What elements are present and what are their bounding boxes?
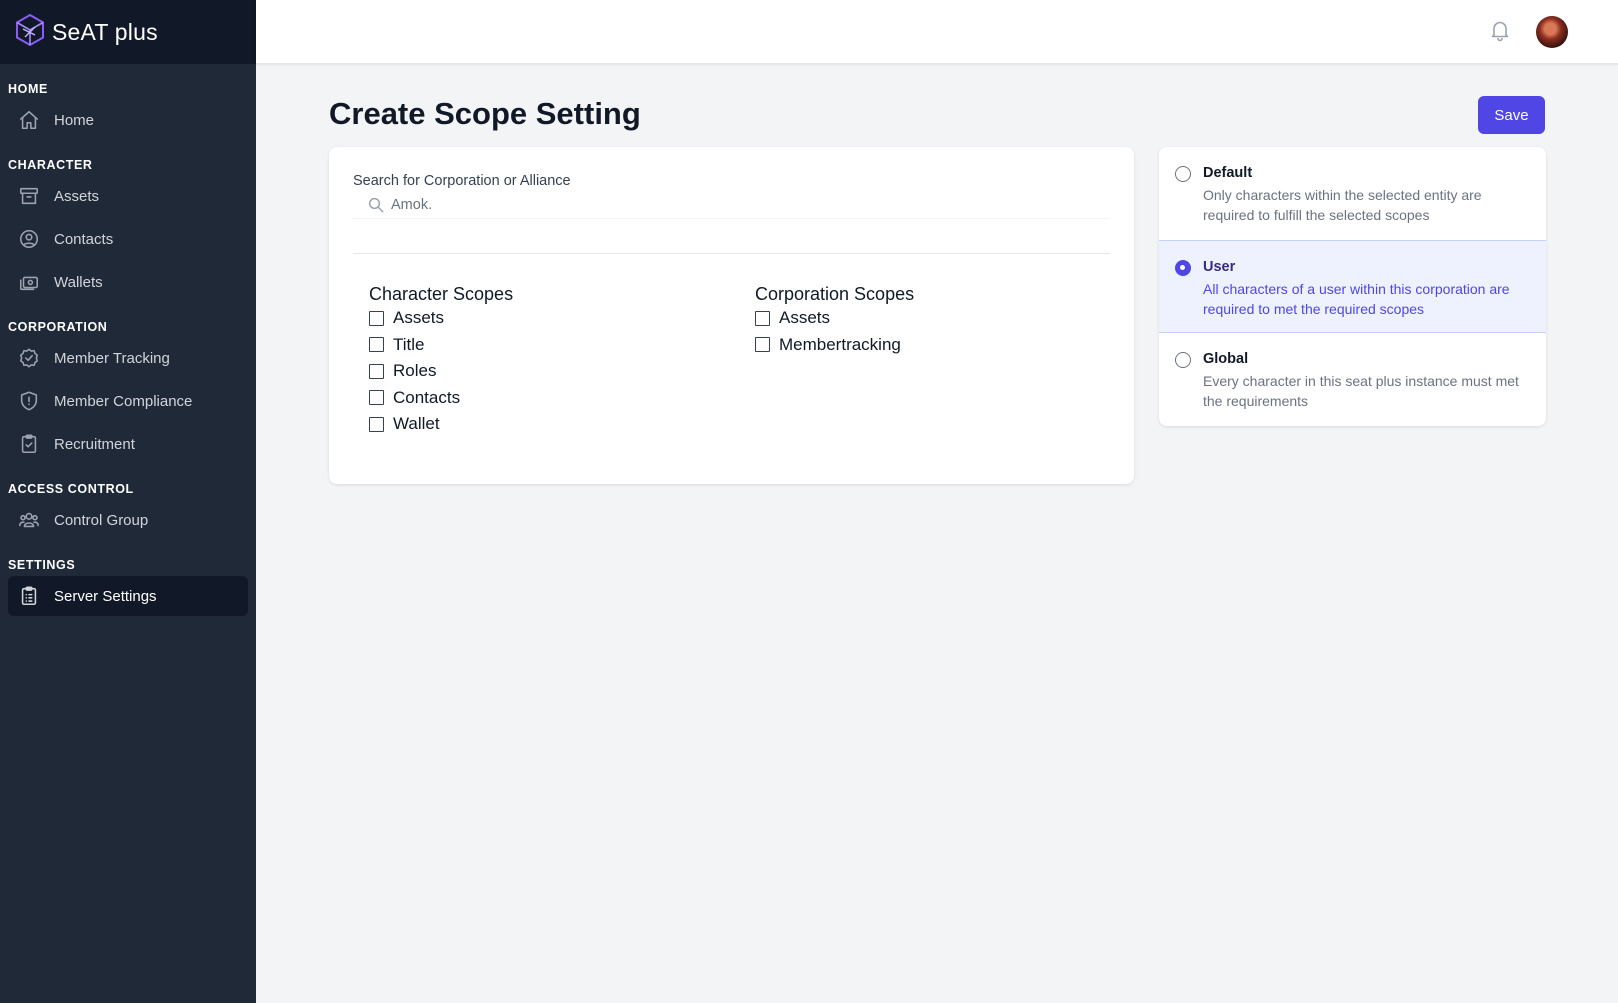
corporation-scopes: Corporation Scopes Assets Membertracking <box>755 283 914 358</box>
clipboard-list-icon <box>18 585 40 607</box>
top-bar <box>256 0 1618 64</box>
checkbox[interactable] <box>369 390 384 406</box>
option-title: User <box>1203 259 1236 275</box>
brand[interactable]: SeAT plus <box>0 0 256 64</box>
character-scopes-heading: Character Scopes <box>369 284 514 304</box>
section-character: CHARACTER <box>8 158 93 172</box>
scope-label: Contacts <box>393 387 461 407</box>
cash-icon <box>18 271 40 293</box>
sidebar-nav: HOME Home CHARACTER Assets Contacts Wall… <box>0 81 256 616</box>
option-default[interactable]: Default Only characters within the selec… <box>1159 147 1546 240</box>
scope-label: Assets <box>393 308 445 328</box>
radio-default[interactable] <box>1175 166 1191 182</box>
seat-logo-icon <box>14 13 46 52</box>
checkbox[interactable] <box>369 337 384 353</box>
checkbox[interactable] <box>369 416 384 432</box>
sidebar-item-label: Server Settings <box>54 587 157 605</box>
sidebar-item-label: Wallets <box>54 273 103 291</box>
option-description: All characters of a user within this cor… <box>1203 281 1510 317</box>
scope-item[interactable]: Roles <box>369 358 513 385</box>
badge-check-icon <box>18 347 40 369</box>
save-button[interactable]: Save <box>1478 96 1545 134</box>
search-icon <box>368 197 384 213</box>
sidebar-item-home[interactable]: Home <box>8 100 248 140</box>
section-settings: SETTINGS <box>8 558 76 572</box>
sidebar-item-label: Home <box>54 111 95 129</box>
search-box[interactable] <box>353 191 1110 219</box>
page-title: Create Scope Setting <box>329 96 641 131</box>
section-home: HOME <box>8 82 48 96</box>
checkbox[interactable] <box>755 310 770 326</box>
bell-icon[interactable] <box>1488 18 1512 42</box>
sidebar-item-contacts[interactable]: Contacts <box>8 219 248 259</box>
checkbox[interactable] <box>755 337 770 353</box>
scope-label: Roles <box>393 361 437 381</box>
user-group-icon <box>18 509 40 531</box>
home-icon <box>18 109 40 131</box>
clipboard-check-icon <box>18 433 40 455</box>
scope-item[interactable]: Contacts <box>369 385 513 412</box>
checkbox[interactable] <box>369 363 384 379</box>
divider <box>353 253 1110 254</box>
avatar[interactable] <box>1536 16 1568 48</box>
sidebar-item-member-compliance[interactable]: Member Compliance <box>8 381 248 421</box>
option-title: Global <box>1203 351 1249 367</box>
sidebar-item-label: Member Compliance <box>54 392 193 410</box>
scope-item[interactable]: Assets <box>755 305 914 332</box>
scope-label: Wallet <box>393 414 440 434</box>
section-corporation: CORPORATION <box>8 320 108 334</box>
app-name: SeAT plus <box>52 18 158 45</box>
scope-label: Assets <box>779 308 831 328</box>
sidebar-item-label: Control Group <box>54 511 149 529</box>
checkbox[interactable] <box>369 310 384 326</box>
sidebar-item-member-tracking[interactable]: Member Tracking <box>8 338 248 378</box>
option-description: Every character in this seat plus instan… <box>1203 373 1519 409</box>
option-global[interactable]: Global Every character in this seat plus… <box>1159 333 1546 426</box>
sidebar-item-label: Contacts <box>54 230 114 248</box>
archive-icon <box>18 185 40 207</box>
option-title: Default <box>1203 165 1253 181</box>
search-label: Search for Corporation or Alliance <box>353 173 571 189</box>
sidebar-item-control-group[interactable]: Control Group <box>8 500 248 540</box>
scope-item[interactable]: Wallet <box>369 411 513 438</box>
option-description: Only characters within the selected enti… <box>1203 187 1482 223</box>
scope-type-options: Default Only characters within the selec… <box>1159 147 1546 426</box>
user-circle-icon <box>18 228 40 250</box>
sidebar-item-label: Member Tracking <box>54 349 170 367</box>
sidebar-item-assets[interactable]: Assets <box>8 176 248 216</box>
character-scopes: Character Scopes Assets Title Roles Cont… <box>369 283 513 438</box>
scope-item[interactable]: Assets <box>369 305 513 332</box>
scope-label: Title <box>393 334 425 354</box>
scope-label: Membertracking <box>779 334 901 354</box>
scope-item[interactable]: Membertracking <box>755 332 914 359</box>
section-access-control: ACCESS CONTROL <box>8 482 134 496</box>
scope-form-card: Search for Corporation or Alliance Chara… <box>329 147 1134 484</box>
sidebar-item-server-settings[interactable]: Server Settings <box>8 576 248 616</box>
option-user[interactable]: User All characters of a user within thi… <box>1159 240 1546 333</box>
sidebar-item-label: Recruitment <box>54 435 135 453</box>
search-input[interactable] <box>391 193 1091 217</box>
sidebar-item-recruitment[interactable]: Recruitment <box>8 424 248 464</box>
scope-item[interactable]: Title <box>369 332 513 359</box>
sidebar: SeAT plus HOME Home CHARACTER Assets Con… <box>0 0 256 1003</box>
corporation-scopes-heading: Corporation Scopes <box>755 284 915 304</box>
radio-global[interactable] <box>1175 352 1191 368</box>
sidebar-item-wallets[interactable]: Wallets <box>8 262 248 302</box>
sidebar-item-label: Assets <box>54 187 100 205</box>
shield-exclamation-icon <box>18 390 40 412</box>
radio-user[interactable] <box>1175 260 1191 276</box>
